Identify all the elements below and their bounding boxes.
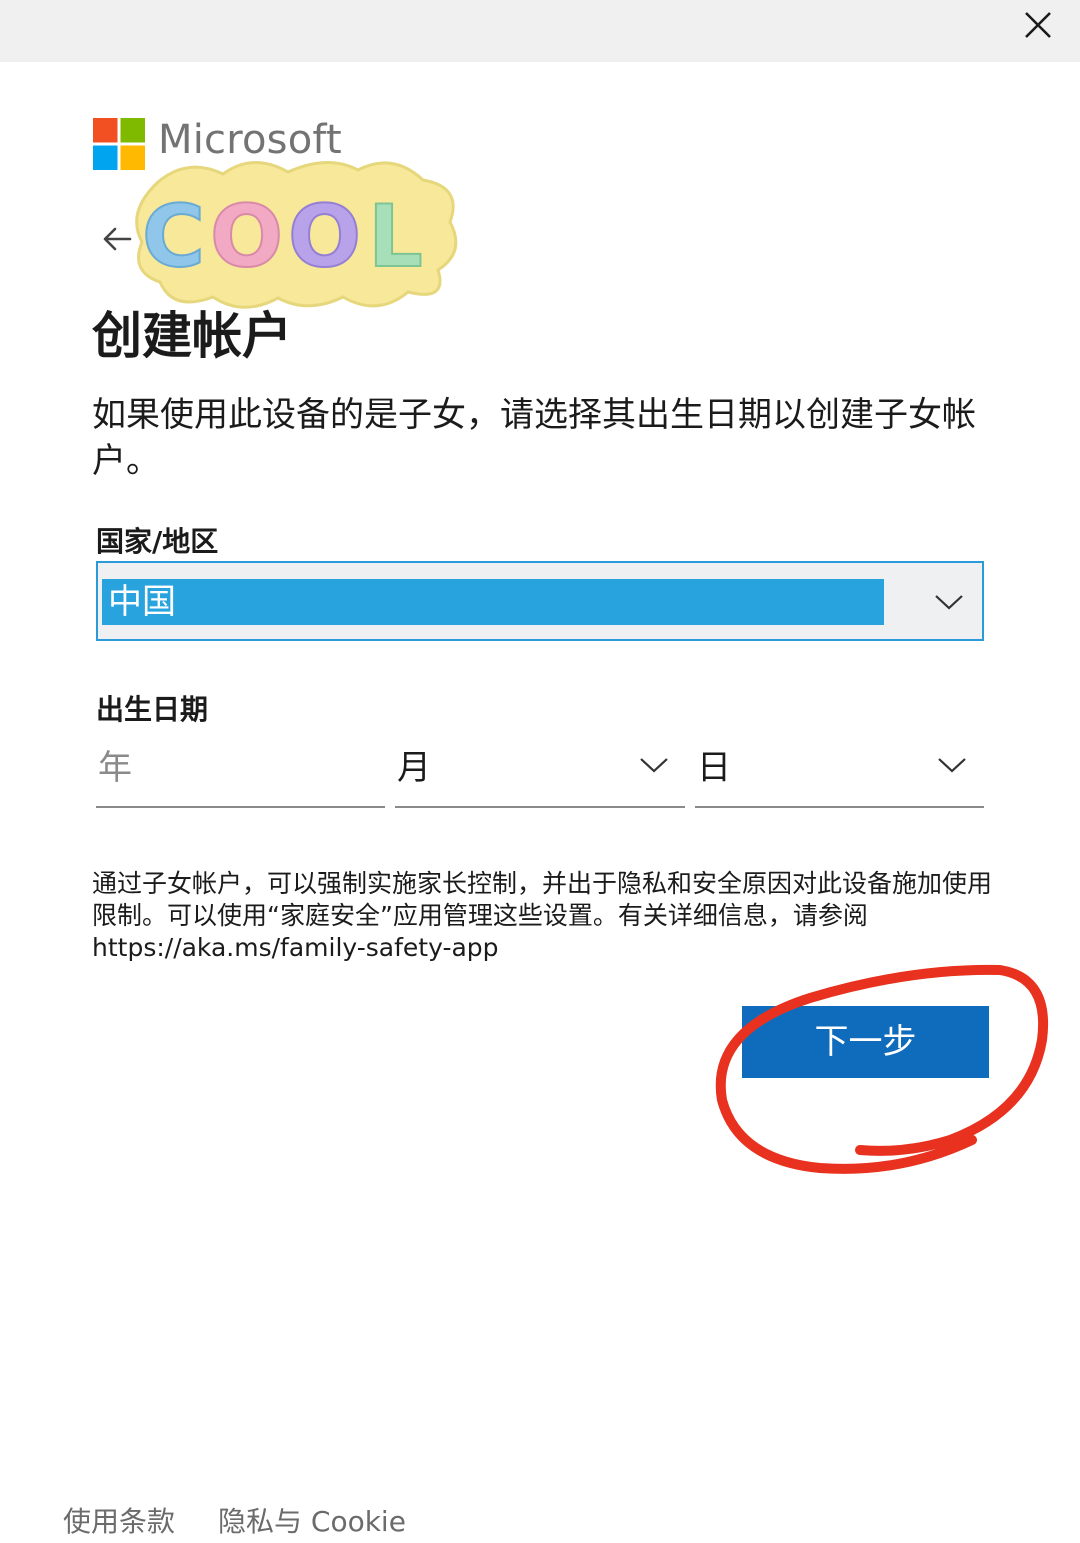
day-select[interactable]: 日 [695, 740, 984, 808]
cool-sticker: C O O L [135, 160, 458, 309]
svg-text:O: O [210, 187, 283, 287]
svg-text:L: L [368, 187, 423, 287]
country-label: 国家/地区 [96, 525, 219, 558]
intro-text: 如果使用此设备的是子女，请选择其出生日期以创建子女帐户。 [92, 395, 976, 481]
svg-text:O: O [288, 187, 361, 287]
privacy-cookies-link[interactable]: 隐私与 Cookie [218, 1500, 406, 1540]
chevron-down-icon [935, 595, 963, 610]
day-value: 日 [697, 748, 731, 788]
terms-of-use-link[interactable]: 使用条款 [63, 1500, 175, 1540]
birthdate-label: 出生日期 [96, 693, 209, 726]
year-input[interactable]: 年 [96, 740, 385, 808]
family-safety-info: 通过子女帐户，可以强制实施家长控制，并出于隐私和安全原因对此设备施加使用限制。可… [92, 869, 993, 962]
page-title: 创建帐户 [92, 307, 292, 365]
close-icon[interactable] [1018, 5, 1058, 45]
month-select[interactable]: 月 [395, 740, 685, 808]
next-button[interactable]: 下一步 [742, 1006, 989, 1078]
chevron-down-icon [938, 758, 966, 773]
country-selected-value: 中国 [102, 579, 884, 625]
year-placeholder: 年 [98, 748, 132, 788]
chevron-down-icon [640, 758, 668, 773]
country-select[interactable]: 中国 [96, 561, 984, 641]
month-value: 月 [397, 748, 431, 788]
svg-text:C: C [142, 187, 205, 287]
title-bar [0, 0, 1080, 62]
create-account-window: Microsoft C O O L 创建帐户 如果使用此设备的是子女，请选择其出… [0, 0, 1080, 1543]
